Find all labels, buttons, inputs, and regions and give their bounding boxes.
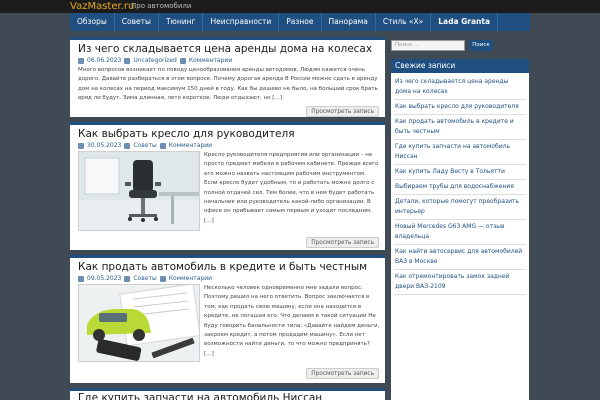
- post-thumbnail-office-chair[interactable]: [78, 151, 200, 231]
- post-excerpt: Кресло руководителя предприятия или орга…: [204, 152, 379, 224]
- recent-post-link[interactable]: Из чего складывается цена аренды дома на…: [394, 75, 526, 100]
- post-title[interactable]: Как выбрать кресло для руководителя: [78, 128, 295, 140]
- read-more-button[interactable]: Просмотреть запись: [306, 106, 379, 117]
- post-title[interactable]: Где купить запчасти на автомобиль Ниссан: [78, 392, 322, 400]
- post-card: Где купить запчасти на автомобиль Ниссан: [70, 388, 385, 400]
- folder-icon: [124, 57, 131, 64]
- post-category[interactable]: Советы: [133, 275, 156, 282]
- nav-item-tuning[interactable]: Тюнинг: [159, 13, 204, 31]
- recent-posts-widget: Свежие записи Из чего складывается цена …: [391, 59, 529, 400]
- nav-item-panorama[interactable]: Панорама: [322, 13, 376, 31]
- site-title[interactable]: VazMaster.ru: [70, 0, 134, 13]
- nav-item-lada-granta[interactable]: Lada Granta: [431, 13, 499, 31]
- post-thumbnail-car-documents[interactable]: [78, 284, 200, 362]
- read-more-button[interactable]: Просмотреть запись: [306, 368, 379, 379]
- top-header: VazMaster.ru Про автомобили: [0, 0, 600, 13]
- post-excerpt: Много вопросов возникает по поводу ценоо…: [78, 67, 378, 102]
- post-title[interactable]: Из чего складывается цена аренды дома на…: [78, 43, 372, 55]
- folder-icon: [124, 275, 131, 282]
- comment-icon: [179, 57, 186, 64]
- recent-posts-list: Из чего складывается цена аренды дома на…: [391, 73, 529, 297]
- calendar-icon: [78, 275, 84, 282]
- post-date[interactable]: 06.06.2023: [87, 57, 121, 64]
- search-button[interactable]: Поиск: [469, 40, 493, 51]
- comment-icon: [159, 275, 166, 282]
- post-card: Как выбрать кресло для руководителя 30.0…: [70, 122, 385, 250]
- widget-title: Свежие записи: [391, 59, 529, 73]
- recent-post-link[interactable]: Как купить Ладу Весту в Тольятти: [394, 165, 526, 180]
- post-meta: 30.05.2023 Советы Комментарии: [78, 142, 212, 149]
- nav-item-sovety[interactable]: Советы: [115, 13, 159, 31]
- post-category[interactable]: Советы: [133, 142, 156, 149]
- post-card: Как продать автомобиль в кредите и быть …: [70, 255, 385, 383]
- post-date[interactable]: 30.05.2023: [87, 142, 121, 149]
- calendar-icon: [78, 57, 84, 64]
- post-title[interactable]: Как продать автомобиль в кредите и быть …: [78, 261, 367, 273]
- post-meta: 06.06.2023 Uncategorized Комментарии: [78, 57, 232, 64]
- post-card: Из чего складывается цена аренды дома на…: [70, 37, 385, 117]
- nav-item-obzory[interactable]: Обзоры: [70, 13, 115, 31]
- recent-post-link[interactable]: Где купить запчасти на автомобиль Ниссан: [394, 140, 526, 165]
- calendar-icon: [78, 142, 84, 149]
- post-meta: 09.05.2023 Советы Комментарии: [78, 275, 212, 282]
- nav-item-stil-x[interactable]: Стиль «X»: [376, 13, 432, 31]
- recent-post-link[interactable]: Как выбрать кресло для руководителя: [394, 100, 526, 115]
- nav-item-raznoe[interactable]: Разное: [279, 13, 322, 31]
- post-excerpt: Несколько человек одновременно мне задал…: [204, 285, 380, 357]
- recent-post-link[interactable]: Выбираем трубы для водоснабжения: [394, 180, 526, 195]
- recent-post-link[interactable]: Новый Mercedes G63 AMG — отзыв владельца: [394, 220, 526, 245]
- post-category[interactable]: Uncategorized: [133, 57, 176, 64]
- recent-post-link[interactable]: Детали, которые помогут преобразить инте…: [394, 195, 526, 220]
- read-more-button[interactable]: Просмотреть запись: [306, 237, 379, 248]
- nav-item-neispravnosti[interactable]: Неисправности: [203, 13, 280, 31]
- recent-post-link[interactable]: Как отремонтировать замок задней двери В…: [394, 270, 526, 295]
- post-comments[interactable]: Комментарии: [169, 142, 212, 149]
- search-input[interactable]: Поиск ...: [391, 40, 465, 51]
- folder-icon: [124, 142, 131, 149]
- post-comments[interactable]: Комментарии: [189, 57, 232, 64]
- recent-post-link[interactable]: Как найти автосервис для автомобилей ВАЗ…: [394, 245, 526, 270]
- post-date[interactable]: 09.05.2023: [87, 275, 121, 282]
- recent-post-link[interactable]: Как продать автомобиль в кредите и быть …: [394, 115, 526, 140]
- site-description: Про автомобили: [131, 2, 192, 10]
- post-comments[interactable]: Комментарии: [169, 275, 212, 282]
- comment-icon: [159, 142, 166, 149]
- main-nav: Обзоры Советы Тюнинг Неисправности Разно…: [70, 13, 530, 31]
